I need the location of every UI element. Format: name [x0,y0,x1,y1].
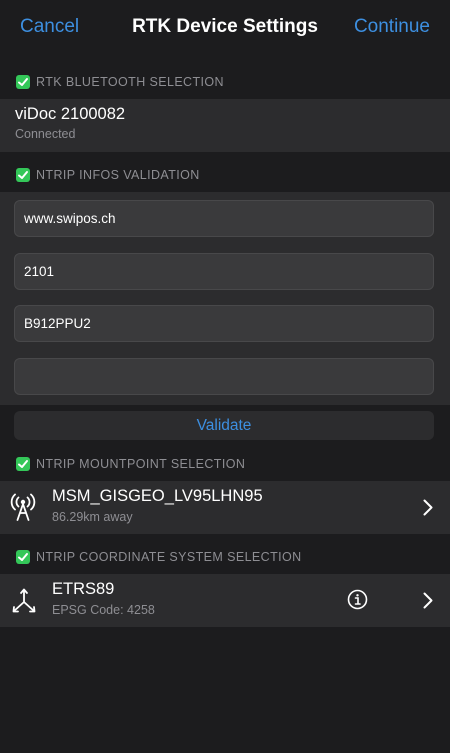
continue-button[interactable]: Continue [354,16,430,38]
device-status: Connected [15,127,76,141]
mountpoint-name: MSM_GISGEO_LV95LHN95 [52,487,263,505]
section-header-bluetooth: RTK BLUETOOTH SELECTION [16,75,224,89]
validate-button[interactable]: Validate [14,411,434,440]
checkmark-icon [16,168,30,182]
coordinate-system-name: ETRS89 [52,580,115,598]
device-name: viDoc 2100082 [15,105,126,123]
host-field[interactable]: www.swipos.ch [14,200,434,237]
chevron-right-icon [423,499,433,521]
checkmark-icon [16,75,30,89]
section-header-label: NTRIP INFOS VALIDATION [36,168,200,182]
port-field[interactable]: 2101 [14,253,434,290]
navigation-bar: Cancel RTK Device Settings Continue [0,0,450,58]
mountpoint-distance: 86.29km away [52,510,133,524]
checkmark-icon [16,550,30,564]
antenna-icon [10,493,36,526]
checkmark-icon [16,457,30,471]
section-header-coordinate: NTRIP COORDINATE SYSTEM SELECTION [16,550,302,564]
section-header-mountpoint: NTRIP MOUNTPOINT SELECTION [16,457,245,471]
axes-icon [11,587,37,620]
device-cell[interactable]: viDoc 2100082 Connected [0,99,450,152]
info-icon[interactable] [347,589,368,615]
password-field[interactable] [14,358,434,395]
mountpoint-cell[interactable]: MSM_GISGEO_LV95LHN95 86.29km away [0,481,450,534]
chevron-right-icon [423,592,433,614]
section-header-ntrip-infos: NTRIP INFOS VALIDATION [16,168,200,182]
section-header-label: NTRIP COORDINATE SYSTEM SELECTION [36,550,302,564]
coordinate-system-cell[interactable]: ETRS89 EPSG Code: 4258 [0,574,450,627]
epsg-code: EPSG Code: 4258 [52,603,155,617]
section-header-label: NTRIP MOUNTPOINT SELECTION [36,457,246,471]
username-field[interactable]: B912PPU2 [14,305,434,342]
section-header-label: RTK BLUETOOTH SELECTION [36,75,224,89]
